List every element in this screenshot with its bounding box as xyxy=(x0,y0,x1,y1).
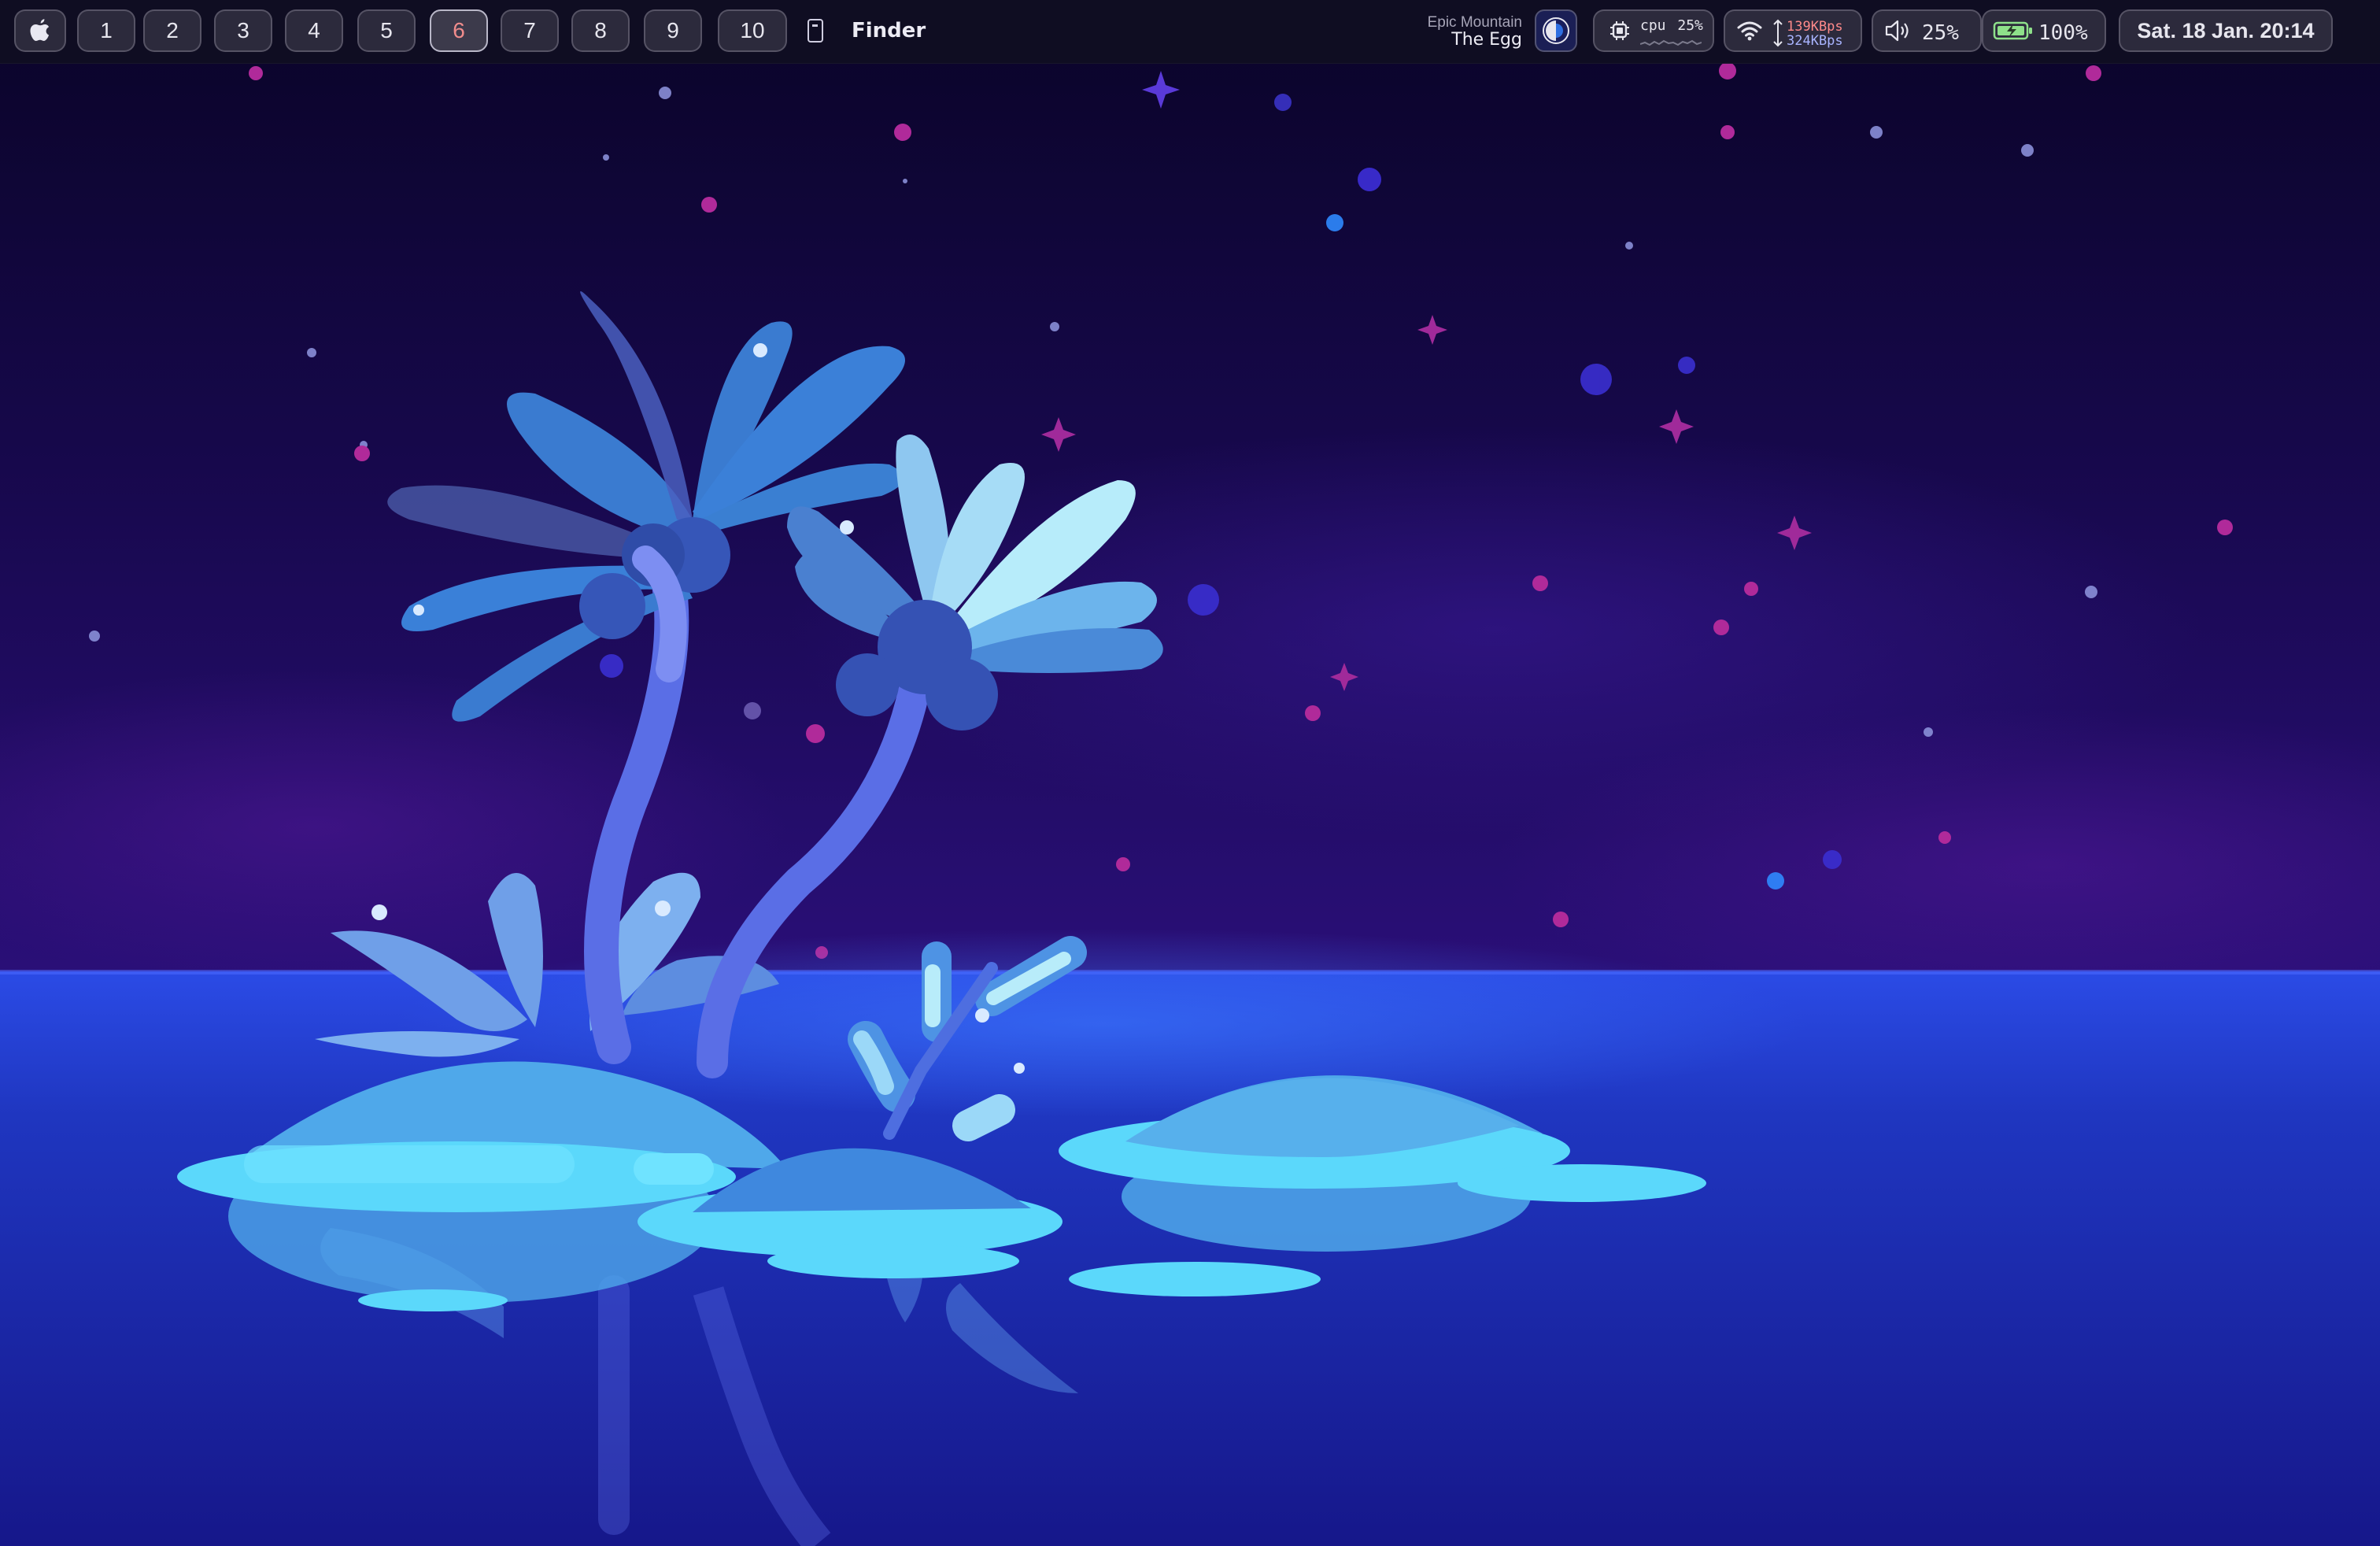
menu-bar: 1 2 3 4 5 6 7 8 9 10 Finder Epic Mountain The Egg xyxy=(0,0,2380,64)
workspace-button-5[interactable]: 5 xyxy=(357,9,416,52)
cpu-label: cpu 25% xyxy=(1640,17,1703,34)
workspace-label: 2 xyxy=(166,18,179,43)
cpu-chip-icon xyxy=(1610,21,1629,40)
media-track-title[interactable]: The Egg xyxy=(1451,30,1522,50)
cpu-widget[interactable]: cpu 25% xyxy=(1593,9,1714,52)
apple-menu-button[interactable] xyxy=(14,9,66,52)
workspace-button-7[interactable]: 7 xyxy=(501,9,559,52)
download-speed: 324KBps xyxy=(1787,33,1843,49)
transfer-arrows-icon xyxy=(1773,19,1783,47)
desktop: 1 2 3 4 5 6 7 8 9 10 Finder Epic Mountain The Egg xyxy=(0,0,2380,1546)
workspace-label: 7 xyxy=(523,18,536,43)
workspace-button-4[interactable]: 4 xyxy=(285,9,343,52)
workspace-button-3[interactable]: 3 xyxy=(214,9,272,52)
workspace-label: 9 xyxy=(667,18,679,43)
workspace-label: 3 xyxy=(237,18,249,43)
apple-logo-icon xyxy=(30,19,50,41)
workspace-button-10[interactable]: 10 xyxy=(718,9,787,52)
workspace-button-9[interactable]: 9 xyxy=(644,9,702,52)
workspace-button-2[interactable]: 2 xyxy=(143,9,201,52)
workspace-button-1[interactable]: 1 xyxy=(77,9,135,52)
volume-widget[interactable]: 25% xyxy=(1872,9,1982,52)
clock-widget[interactable]: Sat. 18 Jan. 20:14 xyxy=(2119,9,2333,52)
workspace-label: 5 xyxy=(380,18,393,43)
desktop-wallpaper xyxy=(0,0,2380,1546)
media-artist: Epic Mountain xyxy=(1427,14,1522,31)
cpu-label-text: cpu xyxy=(1640,17,1666,34)
cpu-value: 25% xyxy=(1677,17,1703,34)
battery-charging-icon xyxy=(1993,21,2032,40)
clock-value: Sat. 18 Jan. 20:14 xyxy=(2137,18,2315,43)
workspace-label: 8 xyxy=(594,18,607,43)
workspace-button-8[interactable]: 8 xyxy=(571,9,630,52)
workspace-label: 1 xyxy=(100,18,113,43)
front-app-name[interactable]: Finder xyxy=(852,19,926,43)
battery-value: 100% xyxy=(2038,21,2088,45)
window-icon xyxy=(808,19,823,43)
upload-speed: 139KBps xyxy=(1787,19,1843,35)
workspace-label: 10 xyxy=(740,18,765,43)
battery-widget[interactable]: 100% xyxy=(1982,9,2106,52)
speaker-icon xyxy=(1885,20,1909,42)
workspace-label: 4 xyxy=(308,18,320,43)
volume-value: 25% xyxy=(1922,21,1959,45)
wifi-icon xyxy=(1737,21,1762,41)
album-art-icon[interactable] xyxy=(1535,9,1577,52)
album-art-glyph xyxy=(1543,17,1569,44)
workspace-button-6[interactable]: 6 xyxy=(430,9,488,52)
cpu-usage-graph xyxy=(1640,39,1702,46)
workspace-label: 6 xyxy=(453,18,465,43)
network-widget[interactable]: 139KBps 324KBps xyxy=(1724,9,1862,52)
